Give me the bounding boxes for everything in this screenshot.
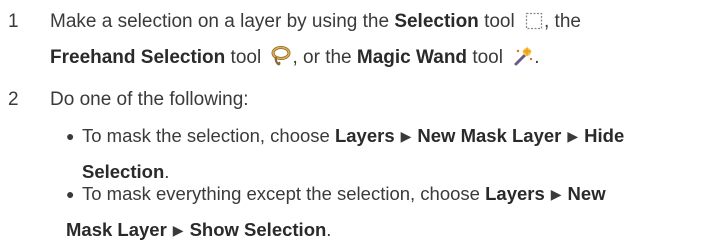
selection-tool-icon: [524, 8, 544, 44]
menu-separator-icon: ▶: [172, 222, 184, 238]
step-1-text: Make a selection on a layer by using the…: [50, 4, 581, 76]
menu-show-selection: Show Selection: [189, 219, 327, 240]
menu-layers: Layers: [485, 183, 545, 204]
freehand-selection-tool-icon: [270, 44, 292, 80]
menu-separator-icon: ▶: [400, 128, 412, 144]
menu-new-mask-layer-cont: Mask Layer: [66, 219, 167, 240]
menu-separator-icon: ▶: [567, 128, 579, 144]
bullet-icon: ●: [66, 186, 75, 202]
menu-new-mask-layer: New Mask Layer: [417, 125, 562, 146]
freehand-selection-tool-label: Freehand Selection: [50, 47, 226, 68]
bullet-icon: ●: [66, 128, 75, 144]
document: 1 Make a selection on a layer by using t…: [0, 0, 705, 250]
menu-hide-selection: Hide: [584, 125, 625, 146]
menu-layers: Layers: [334, 125, 395, 146]
step-1-line-1: Make a selection on a layer by using the…: [50, 4, 581, 40]
magic-wand-tool-label: Magic Wand: [356, 47, 468, 68]
magic-wand-tool-icon: [512, 44, 534, 80]
step-1-line-2: Freehand Selection tool , or the Magic W…: [50, 40, 581, 76]
step-2-text: Do one of the following:: [50, 89, 249, 110]
selection-tool-label: Selection: [394, 11, 479, 32]
menu-new-mask-layer: New: [567, 183, 606, 204]
menu-separator-icon: ▶: [550, 186, 562, 202]
step-number: 1: [8, 11, 19, 32]
step-number: 2: [8, 89, 19, 110]
